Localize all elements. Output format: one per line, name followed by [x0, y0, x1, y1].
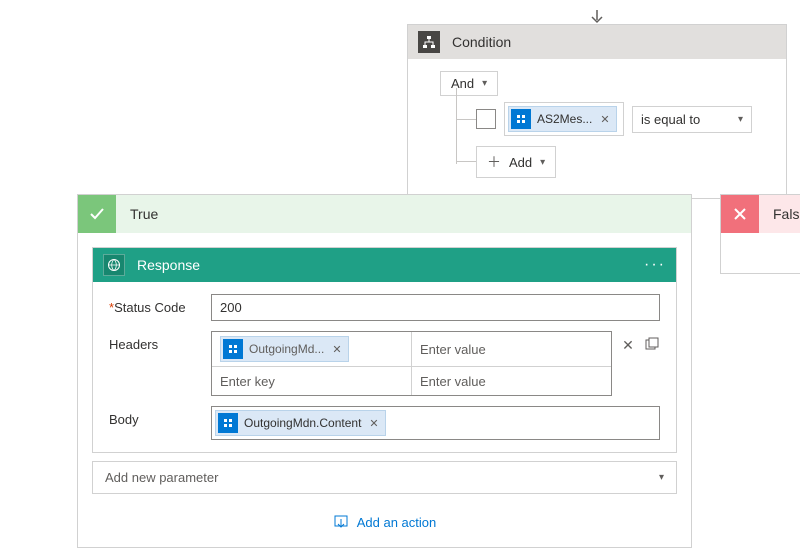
- operator-label: is equal to: [641, 112, 700, 127]
- add-action-icon: [333, 514, 349, 530]
- add-parameter-dropdown[interactable]: Add new parameter ▾: [92, 461, 677, 494]
- true-branch-header[interactable]: True: [78, 195, 691, 233]
- body-field: Body OutgoingMdn.Content ✕: [109, 406, 660, 440]
- condition-body: And ▾ AS2Mes... ✕ is equal to ▾: [408, 59, 786, 198]
- false-branch-label: False: [759, 206, 800, 222]
- chevron-down-icon: ▾: [738, 114, 743, 125]
- condition-row: AS2Mes... ✕ is equal to ▾: [476, 102, 774, 136]
- header-key-cell[interactable]: Enter key: [212, 367, 412, 395]
- token-icon: [218, 413, 238, 433]
- operator-dropdown[interactable]: is equal to ▾: [632, 106, 752, 133]
- x-icon: [721, 195, 759, 233]
- row-checkbox[interactable]: [476, 109, 496, 129]
- response-action-card: Response ··· *Status Code 200 Headers: [92, 247, 677, 453]
- body-input[interactable]: OutgoingMdn.Content ✕: [211, 406, 660, 440]
- headers-field: Headers OutgoingMd... ✕: [109, 331, 660, 396]
- token-remove-icon[interactable]: ✕: [369, 417, 378, 430]
- group-operator-label: And: [451, 76, 474, 91]
- chevron-down-icon: ▾: [482, 78, 487, 89]
- token-label: OutgoingMd...: [249, 342, 324, 356]
- response-header[interactable]: Response ···: [93, 248, 676, 282]
- add-condition-button[interactable]: ＋ Add ▾: [476, 146, 556, 178]
- true-branch-label: True: [116, 206, 158, 222]
- response-icon: [103, 254, 125, 276]
- condition-card[interactable]: Condition And ▾ AS2Mes... ✕: [407, 24, 787, 199]
- header-key-cell[interactable]: OutgoingMd... ✕: [212, 332, 412, 366]
- false-branch-header[interactable]: False: [721, 195, 800, 233]
- true-branch-card: True Response ··· *Status Code 200 Heade…: [77, 194, 692, 548]
- header-row: OutgoingMd... ✕ Enter value: [212, 332, 611, 367]
- token-icon: [223, 339, 243, 359]
- group-operator-dropdown[interactable]: And ▾: [440, 71, 498, 96]
- headers-grid: OutgoingMd... ✕ Enter value Enter key En…: [211, 331, 612, 396]
- token-icon: [511, 109, 531, 129]
- more-menu-icon[interactable]: ···: [644, 256, 666, 274]
- status-code-label: *Status Code: [109, 294, 201, 315]
- response-title: Response: [137, 257, 200, 273]
- dynamic-content-token[interactable]: OutgoingMd... ✕: [220, 336, 349, 362]
- condition-title: Condition: [452, 34, 511, 50]
- chevron-down-icon: ▾: [540, 157, 545, 168]
- condition-header[interactable]: Condition: [408, 25, 786, 59]
- delete-row-icon[interactable]: ✕: [620, 331, 636, 354]
- token-remove-icon[interactable]: ✕: [600, 113, 609, 126]
- status-code-input[interactable]: 200: [211, 294, 660, 321]
- token-label: OutgoingMdn.Content: [244, 416, 361, 430]
- status-code-field: *Status Code 200: [109, 294, 660, 321]
- header-value-cell[interactable]: Enter value: [412, 332, 611, 366]
- checkmark-icon: [78, 195, 116, 233]
- plus-icon: ＋: [487, 152, 501, 172]
- left-operand-field[interactable]: AS2Mes... ✕: [504, 102, 624, 136]
- token-remove-icon[interactable]: ✕: [332, 343, 341, 356]
- token-label: AS2Mes...: [537, 112, 592, 126]
- dynamic-content-token[interactable]: OutgoingMdn.Content ✕: [215, 410, 386, 436]
- add-label: Add: [509, 155, 532, 170]
- dynamic-content-token[interactable]: AS2Mes... ✕: [508, 106, 617, 132]
- header-row: Enter key Enter value: [212, 367, 611, 395]
- condition-icon: [418, 31, 440, 53]
- dynamic-content-button[interactable]: [644, 331, 660, 351]
- add-action-row: Add an action: [78, 504, 691, 547]
- headers-label: Headers: [109, 331, 201, 352]
- add-action-button[interactable]: Add an action: [333, 514, 437, 530]
- add-parameter-label: Add new parameter: [105, 470, 218, 485]
- add-action-label: Add an action: [357, 515, 437, 530]
- header-value-cell[interactable]: Enter value: [412, 367, 611, 395]
- chevron-down-icon: ▾: [659, 472, 664, 483]
- false-branch-card: False: [720, 194, 800, 274]
- body-label: Body: [109, 406, 201, 427]
